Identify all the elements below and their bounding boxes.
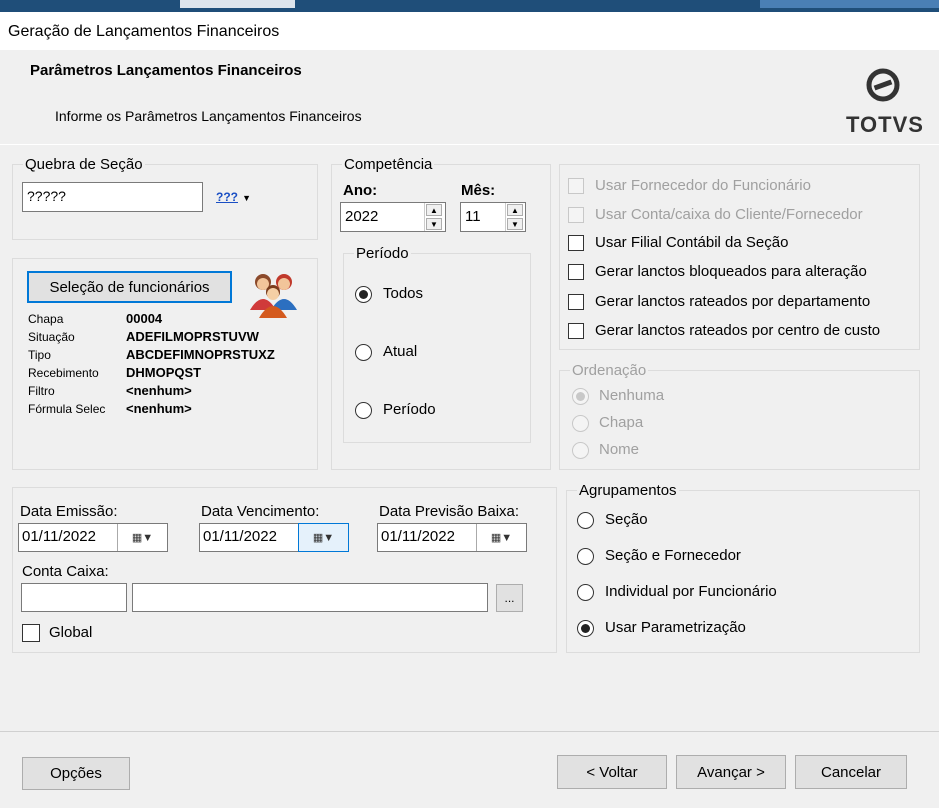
chapa-label: Chapa: [28, 312, 64, 326]
spin-down-icon[interactable]: ▼: [426, 218, 442, 230]
agrup-secao-radio[interactable]: [577, 512, 594, 529]
avancar-button[interactable]: Avançar >: [676, 755, 786, 789]
ordenacao-legend: Ordenação: [572, 362, 647, 379]
mes-spinner[interactable]: ▲ ▼: [505, 203, 524, 231]
spin-up-icon[interactable]: ▲: [507, 204, 523, 216]
cancelar-button[interactable]: Cancelar: [795, 755, 907, 789]
periodo-legend: Período: [356, 245, 409, 262]
ordenacao-nome-label[interactable]: Nome: [599, 441, 639, 458]
agrup-parametrizacao-label[interactable]: Usar Parametrização: [605, 619, 746, 636]
data-emissao-label: Data Emissão:: [20, 503, 118, 520]
gerar-bloqueados-label[interactable]: Gerar lanctos bloqueados para alteração: [595, 263, 867, 280]
spin-down-icon[interactable]: ▼: [507, 218, 523, 230]
recebimento-label: Recebimento: [28, 366, 99, 380]
mes-value: 11: [465, 208, 481, 225]
competencia-legend: Competência: [344, 156, 433, 173]
recebimento-value: DHMOPQST: [126, 365, 202, 380]
gerar-rateados-depto-checkbox[interactable]: [568, 294, 584, 310]
tipo-value: ABCDEFIMNOPRSTUXZ: [126, 347, 275, 362]
gerar-bloqueados-checkbox[interactable]: [568, 264, 584, 280]
usar-conta-caixa-checkbox[interactable]: [568, 207, 584, 223]
ano-spinner[interactable]: ▲ ▼: [424, 203, 443, 231]
agrup-individual-label[interactable]: Individual por Funcionário: [605, 583, 777, 600]
data-vencimento-label: Data Vencimento:: [201, 503, 320, 520]
totvs-logo-icon: [866, 68, 900, 102]
formula-selec-label: Fórmula Selec: [28, 402, 106, 416]
ordenacao-chapa-label[interactable]: Chapa: [599, 414, 643, 431]
global-label[interactable]: Global: [49, 624, 92, 641]
taskbar-tab: [760, 0, 939, 8]
ordenacao-nenhuma-radio[interactable]: [572, 388, 589, 405]
gerar-rateados-depto-label[interactable]: Gerar lanctos rateados por departamento: [595, 293, 870, 310]
agrup-secao-fornecedor-label[interactable]: Seção e Fornecedor: [605, 547, 741, 564]
gerar-rateados-cc-label[interactable]: Gerar lanctos rateados por centro de cus…: [595, 322, 880, 339]
agrup-parametrizacao-radio[interactable]: [577, 620, 594, 637]
data-vencimento-calendar-button[interactable]: ▦▼: [298, 523, 349, 552]
data-emissao-value: 01/11/2022: [22, 528, 96, 545]
ordenacao-nome-radio[interactable]: [572, 442, 589, 459]
voltar-button[interactable]: < Voltar: [557, 755, 667, 789]
selecao-funcionarios-button[interactable]: Seleção de funcionários: [27, 271, 232, 303]
spin-up-icon[interactable]: ▲: [426, 204, 442, 216]
tipo-label: Tipo: [28, 348, 51, 362]
users-icon: [250, 274, 297, 318]
global-checkbox[interactable]: [22, 624, 40, 642]
periodo-todos-label[interactable]: Todos: [383, 285, 423, 302]
periodo-todos-radio[interactable]: [355, 286, 372, 303]
opcoes-button[interactable]: Opções: [22, 757, 130, 790]
quebra-secao-legend: Quebra de Seção: [25, 156, 143, 173]
conta-caixa-desc-input[interactable]: [132, 583, 488, 612]
chapa-value: 00004: [126, 311, 163, 326]
ano-label: Ano:: [343, 182, 378, 199]
conta-caixa-browse-button[interactable]: ...: [496, 584, 523, 612]
data-previsao-value: 01/11/2022: [381, 528, 455, 545]
chevron-down-icon: ▼: [242, 193, 252, 203]
calendar-icon: ▦▼: [131, 532, 154, 544]
calendar-icon: ▦▼: [312, 532, 335, 544]
conta-caixa-label: Conta Caixa:: [22, 563, 109, 580]
agrup-secao-label[interactable]: Seção: [605, 511, 648, 528]
footer-divider: [0, 731, 939, 732]
calendar-icon: ▦▼: [490, 532, 513, 544]
filtro-label: Filtro: [28, 384, 55, 398]
mes-label: Mês:: [461, 182, 496, 199]
totvs-logo-text: TOTVS: [846, 112, 924, 137]
periodo-periodo-label[interactable]: Período: [383, 401, 436, 418]
data-previsao-label: Data Previsão Baixa:: [379, 503, 520, 520]
filtro-value: <nenhum>: [126, 383, 192, 398]
page-subtitle: Informe os Parâmetros Lançamentos Financ…: [55, 108, 362, 124]
page-title: Parâmetros Lançamentos Financeiros: [30, 62, 302, 79]
quebra-selector-label: ???: [216, 190, 238, 204]
agrup-secao-fornecedor-radio[interactable]: [577, 548, 594, 565]
quebra-selector-button[interactable]: ??? ▼: [216, 188, 256, 206]
situacao-label: Situação: [28, 330, 75, 344]
situacao-value: ADEFILMOPRSTUVW: [126, 329, 259, 344]
data-previsao-calendar-button[interactable]: ▦▼: [476, 524, 526, 551]
ordenacao-chapa-radio[interactable]: [572, 415, 589, 432]
periodo-periodo-radio[interactable]: [355, 402, 372, 419]
usar-filial-contabil-checkbox[interactable]: [568, 235, 584, 251]
gerar-rateados-cc-checkbox[interactable]: [568, 323, 584, 339]
taskbar-tab: [180, 0, 295, 8]
data-vencimento-value: 01/11/2022: [203, 528, 277, 545]
quebra-secao-input[interactable]: ?????: [22, 182, 203, 212]
window-title: Geração de Lançamentos Financeiros: [8, 23, 280, 40]
header-divider: [0, 144, 939, 145]
agrupamentos-legend: Agrupamentos: [579, 482, 677, 499]
conta-caixa-code-input[interactable]: [21, 583, 127, 612]
ano-value: 2022: [345, 208, 379, 225]
periodo-atual-radio[interactable]: [355, 344, 372, 361]
usar-fornecedor-label[interactable]: Usar Fornecedor do Funcionário: [595, 177, 811, 194]
usar-fornecedor-checkbox[interactable]: [568, 178, 584, 194]
formula-selec-value: <nenhum>: [126, 401, 192, 416]
ordenacao-nenhuma-label[interactable]: Nenhuma: [599, 387, 664, 404]
usar-filial-contabil-label[interactable]: Usar Filial Contábil da Seção: [595, 234, 788, 251]
usar-conta-caixa-label[interactable]: Usar Conta/caixa do Cliente/Fornecedor: [595, 206, 863, 223]
periodo-atual-label[interactable]: Atual: [383, 343, 417, 360]
agrup-individual-radio[interactable]: [577, 584, 594, 601]
data-emissao-calendar-button[interactable]: ▦▼: [117, 524, 167, 551]
